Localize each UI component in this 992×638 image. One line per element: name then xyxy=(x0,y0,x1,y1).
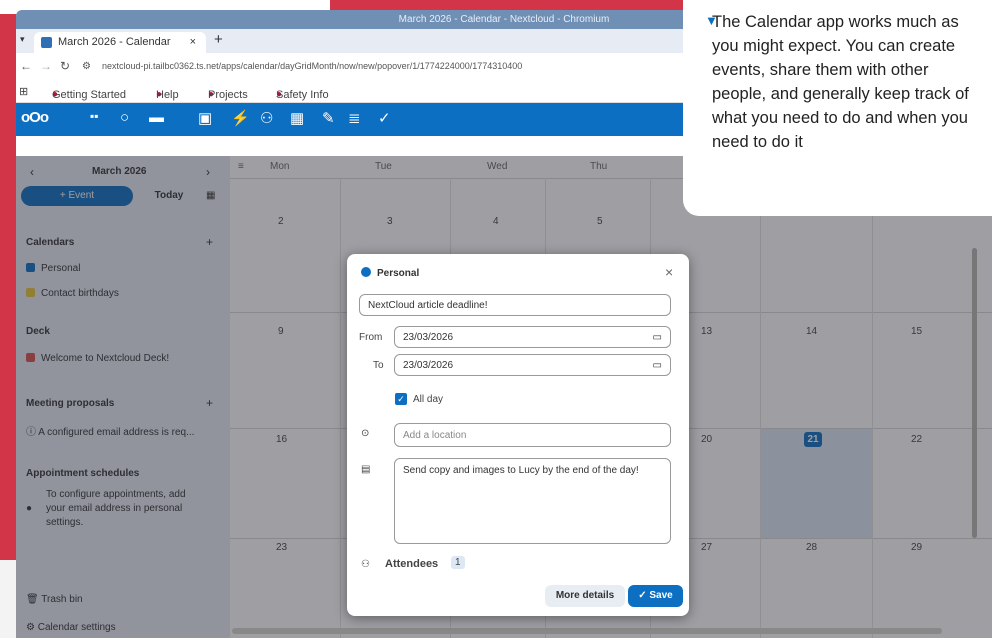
calendar-color-icon xyxy=(361,267,371,277)
from-label: From xyxy=(359,332,383,343)
bookmark-label: Getting Started xyxy=(52,89,126,101)
nextcloud-logo-icon[interactable]: oOo xyxy=(21,109,49,126)
new-event-popover: Personal × NextCloud article deadline! F… xyxy=(347,254,689,616)
horizontal-scrollbar[interactable] xyxy=(232,628,942,634)
contacts-icon[interactable]: ⚇ xyxy=(260,109,273,127)
search-icon[interactable]: ○ xyxy=(120,109,129,126)
calendar-icon[interactable]: ▦ xyxy=(290,109,304,127)
all-day-checkbox[interactable]: ✓ xyxy=(395,393,407,405)
calendar-favicon-icon xyxy=(41,37,52,48)
from-date-picker-icon[interactable]: ▭ xyxy=(653,332,662,343)
apps-icon[interactable]: ⊞ xyxy=(19,85,28,98)
caption-text: The Calendar app works much as you might… xyxy=(712,13,969,151)
url-field[interactable]: nextcloud-pi.tailbc0362.ts.net/apps/cale… xyxy=(102,61,522,71)
tab-title: March 2026 - Calendar xyxy=(58,36,171,48)
caption-box: ▼ The Calendar app works much as you mig… xyxy=(683,0,992,216)
new-tab-button[interactable]: + xyxy=(214,31,223,48)
attendees-icon: ⚇ xyxy=(361,559,370,570)
files-icon[interactable]: ▬ xyxy=(149,109,164,126)
site-info-icon[interactable]: ⚙ xyxy=(82,61,91,72)
description-icon: ▤ xyxy=(361,464,371,475)
location-input[interactable]: Add a location xyxy=(394,423,671,447)
to-date-value: 23/03/2026 xyxy=(403,359,454,371)
bookmark-label: Help xyxy=(156,89,179,101)
from-date-field[interactable]: 23/03/2026 ▭ xyxy=(394,326,671,348)
attendees-count-badge: 1 xyxy=(451,556,465,569)
from-date-value: 23/03/2026 xyxy=(403,331,454,343)
activity-icon[interactable]: ⚡ xyxy=(231,109,250,127)
deck-icon[interactable]: ≣ xyxy=(348,109,361,127)
notes-icon[interactable]: ✎ xyxy=(322,109,335,127)
page-background-edge xyxy=(0,560,16,638)
reload-icon[interactable]: ↻ xyxy=(60,59,70,73)
location-icon: ⊙ xyxy=(361,428,370,439)
forward-icon[interactable]: → xyxy=(40,59,52,73)
bookmark-label: Projects xyxy=(208,89,248,101)
tab-search-icon[interactable]: ▾ xyxy=(20,34,25,45)
bookmark-label: Safety Info xyxy=(276,89,329,101)
more-details-button[interactable]: More details xyxy=(545,585,625,607)
vertical-scrollbar[interactable] xyxy=(972,248,977,538)
to-date-picker-icon[interactable]: ▭ xyxy=(653,360,662,371)
calendar-name: Personal xyxy=(377,268,420,279)
tasks-icon[interactable]: ✓ xyxy=(378,109,391,127)
description-textarea[interactable]: Send copy and images to Lucy by the end … xyxy=(394,458,671,544)
dashboard-icon[interactable]: ▪▪ xyxy=(90,109,99,123)
attendees-label[interactable]: Attendees xyxy=(385,558,438,570)
save-button[interactable]: ✓ Save xyxy=(628,585,683,607)
to-label: To xyxy=(373,360,384,371)
tab-close-icon[interactable]: × xyxy=(190,32,196,53)
to-date-field[interactable]: 23/03/2026 ▭ xyxy=(394,354,671,376)
event-title-field[interactable]: NextCloud article deadline! xyxy=(359,294,671,316)
all-day-label: All day xyxy=(413,394,444,405)
browser-tab[interactable]: March 2026 - Calendar × xyxy=(34,32,206,53)
popover-calendar-selector[interactable]: Personal xyxy=(361,267,419,279)
photos-icon[interactable]: ▣ xyxy=(198,109,212,127)
back-icon[interactable]: ← xyxy=(20,59,32,73)
close-icon[interactable]: × xyxy=(665,264,673,280)
